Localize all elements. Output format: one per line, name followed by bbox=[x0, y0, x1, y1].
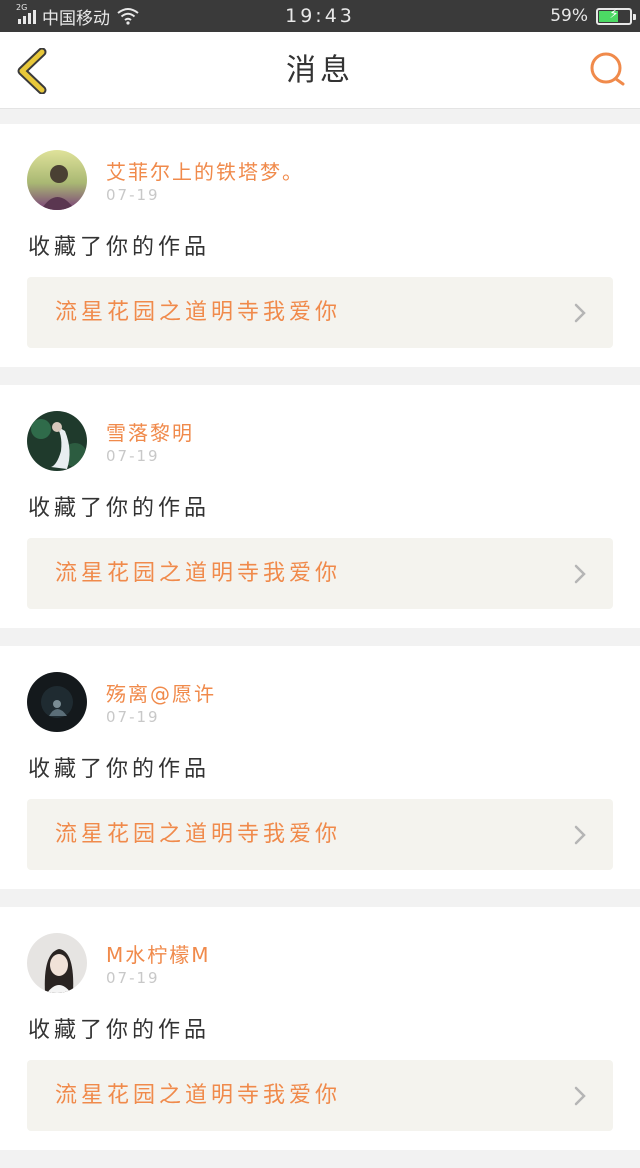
work-link[interactable]: 流星花园之道明寺我爱你 bbox=[27, 1060, 613, 1131]
message-date: 07-19 bbox=[106, 708, 160, 726]
search-button[interactable] bbox=[588, 50, 628, 90]
work-title: 流星花园之道明寺我爱你 bbox=[55, 822, 342, 847]
chevron-right-icon bbox=[574, 1086, 586, 1106]
message-card: 雪落黎明 07-19 收藏了你的作品 流星花园之道明寺我爱你 bbox=[0, 385, 640, 628]
message-card: 艾菲尔上的铁塔梦。 07-19 收藏了你的作品 流星花园之道明寺我爱你 bbox=[0, 124, 640, 367]
message-action: 收藏了你的作品 bbox=[28, 235, 211, 260]
message-date: 07-19 bbox=[106, 447, 160, 465]
work-link[interactable]: 流星花园之道明寺我爱你 bbox=[27, 277, 613, 348]
avatar[interactable] bbox=[27, 150, 87, 210]
message-card: 殇离@愿许 07-19 收藏了你的作品 流星花园之道明寺我爱你 bbox=[0, 646, 640, 889]
work-title: 流星花园之道明寺我爱你 bbox=[55, 561, 342, 586]
battery-percent: 59% bbox=[550, 6, 588, 26]
chevron-right-icon bbox=[574, 303, 586, 323]
avatar[interactable] bbox=[27, 411, 87, 471]
username[interactable]: 殇离@愿许 bbox=[106, 678, 216, 707]
message-action: 收藏了你的作品 bbox=[28, 1018, 211, 1043]
message-list: 艾菲尔上的铁塔梦。 07-19 收藏了你的作品 流星花园之道明寺我爱你 雪落黎明… bbox=[0, 124, 640, 1168]
work-link[interactable]: 流星花园之道明寺我爱你 bbox=[27, 538, 613, 609]
status-bar: 2G 中国移动 19:43 59% ⚡ bbox=[0, 0, 640, 32]
message-action: 收藏了你的作品 bbox=[28, 757, 211, 782]
avatar[interactable] bbox=[27, 933, 87, 993]
status-right: 59% ⚡ bbox=[550, 0, 636, 32]
username[interactable]: M水柠檬M bbox=[106, 939, 211, 968]
search-icon bbox=[590, 52, 625, 86]
page-title: 消息 bbox=[286, 53, 354, 88]
chevron-right-icon bbox=[574, 564, 586, 584]
work-title: 流星花园之道明寺我爱你 bbox=[55, 1083, 342, 1108]
message-action: 收藏了你的作品 bbox=[28, 496, 211, 521]
username[interactable]: 雪落黎明 bbox=[106, 417, 194, 446]
status-time: 19:43 bbox=[285, 5, 355, 27]
message-date: 07-19 bbox=[106, 969, 160, 987]
nav-bar: 消息 bbox=[0, 32, 640, 109]
message-card: M水柠檬M 07-19 收藏了你的作品 流星花园之道明寺我爱你 bbox=[0, 907, 640, 1150]
work-link[interactable]: 流星花园之道明寺我爱你 bbox=[27, 799, 613, 870]
avatar[interactable] bbox=[27, 672, 87, 732]
username[interactable]: 艾菲尔上的铁塔梦。 bbox=[106, 156, 304, 185]
chevron-right-icon bbox=[574, 825, 586, 845]
battery-charging-icon: ⚡ bbox=[596, 7, 636, 25]
work-title: 流星花园之道明寺我爱你 bbox=[55, 300, 342, 325]
message-date: 07-19 bbox=[106, 186, 160, 204]
